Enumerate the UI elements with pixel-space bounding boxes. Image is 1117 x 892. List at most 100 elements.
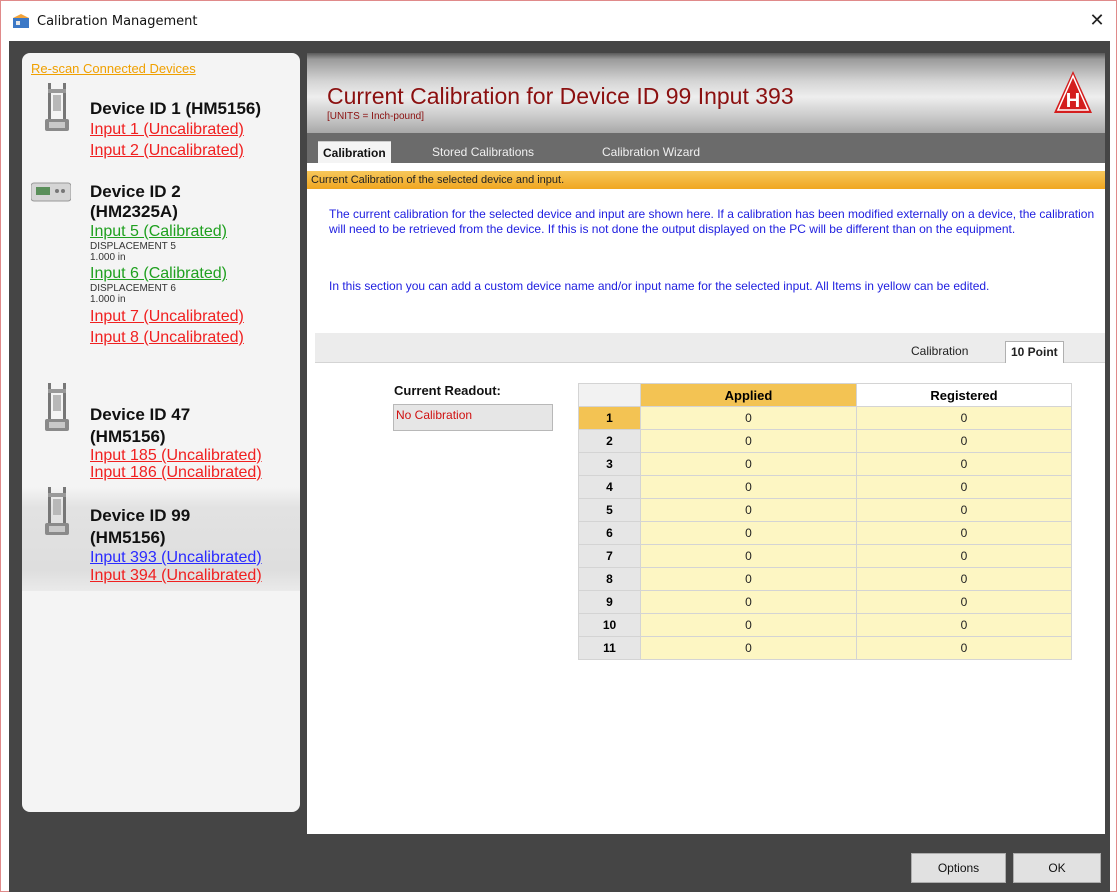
registered-cell[interactable]: 0 bbox=[856, 498, 1072, 522]
data-logger-icon bbox=[31, 182, 71, 202]
device-item-47[interactable]: Device ID 47 (HM5156) Input 185 (Uncalib… bbox=[22, 383, 300, 487]
table-row[interactable]: 800 bbox=[578, 567, 1072, 591]
table-row[interactable]: 500 bbox=[578, 498, 1072, 522]
readout-label: Current Readout: bbox=[394, 383, 501, 398]
table-row[interactable]: 900 bbox=[578, 590, 1072, 614]
table-row[interactable]: 11 0 0 bbox=[578, 636, 1072, 660]
main-panel: Current Calibration for Device ID 99 Inp… bbox=[307, 53, 1105, 834]
row-header[interactable]: 9 bbox=[578, 590, 641, 614]
row-header[interactable]: 7 bbox=[578, 544, 641, 568]
grid-body: 1 0 0 2 0 0 3 0 0 4 0 0 5 0 0 6 0 0 7 0 0 8 0 0 9 0 0 10 0 0 11 0 0 bbox=[578, 406, 1072, 660]
applied-cell[interactable]: 0 bbox=[640, 475, 857, 499]
input-link-186[interactable]: Input 186 (Uncalibrated) bbox=[90, 464, 262, 482]
device-title: Device ID 47 bbox=[90, 405, 191, 424]
row-header[interactable]: 4 bbox=[578, 475, 641, 499]
tab-calibration-wizard[interactable]: Calibration Wizard bbox=[597, 141, 705, 163]
input-link-393[interactable]: Input 393 (Uncalibrated) bbox=[90, 549, 262, 567]
row-header[interactable]: 2 bbox=[578, 429, 641, 453]
input-link-5[interactable]: Input 5 (Calibrated) bbox=[90, 223, 227, 241]
registered-cell[interactable]: 0 bbox=[856, 452, 1072, 476]
applied-cell[interactable]: 0 bbox=[640, 429, 857, 453]
input-range: 1.000 in bbox=[90, 294, 126, 305]
applied-cell[interactable]: 0 bbox=[640, 590, 857, 614]
table-row[interactable]: 700 bbox=[578, 544, 1072, 568]
company-logo-icon: H bbox=[1054, 71, 1092, 113]
registered-cell[interactable]: 0 bbox=[856, 590, 1072, 614]
row-header[interactable]: 6 bbox=[578, 521, 641, 545]
applied-cell[interactable]: 0 bbox=[640, 406, 857, 430]
registered-cell[interactable]: 0 bbox=[856, 544, 1072, 568]
applied-cell[interactable]: 0 bbox=[640, 613, 857, 637]
column-header-registered[interactable]: Registered bbox=[856, 383, 1072, 407]
table-row[interactable]: 300 bbox=[578, 452, 1072, 476]
registered-cell[interactable]: 0 bbox=[856, 406, 1072, 430]
row-header[interactable]: 5 bbox=[578, 498, 641, 522]
table-row[interactable]: 10 0 0 bbox=[578, 613, 1072, 637]
registered-cell[interactable]: 0 bbox=[856, 613, 1072, 637]
table-row[interactable]: 100 bbox=[578, 406, 1072, 430]
applied-cell[interactable]: 0 bbox=[640, 544, 857, 568]
section-banner: Current Calibration of the selected devi… bbox=[307, 171, 1105, 189]
input-link-394[interactable]: Input 394 (Uncalibrated) bbox=[90, 567, 262, 585]
registered-cell[interactable]: 0 bbox=[856, 429, 1072, 453]
registered-cell[interactable]: 0 bbox=[856, 475, 1072, 499]
registered-cell[interactable]: 0 bbox=[856, 567, 1072, 591]
applied-cell[interactable]: 0 bbox=[640, 498, 857, 522]
input-link-8[interactable]: Input 8 (Uncalibrated) bbox=[90, 329, 244, 347]
header-banner: Current Calibration for Device ID 99 Inp… bbox=[307, 53, 1105, 133]
device-item-2[interactable]: Device ID 2 (HM2325A) Input 5 (Calibrate… bbox=[22, 181, 300, 391]
tab-stored-calibrations[interactable]: Stored Calibrations bbox=[427, 141, 539, 163]
options-button[interactable]: Options bbox=[911, 853, 1006, 883]
input-link-7[interactable]: Input 7 (Uncalibrated) bbox=[90, 308, 244, 326]
rescan-devices-link[interactable]: Re-scan Connected Devices bbox=[31, 61, 196, 76]
tab-bar: Calibration Stored Calibrations Calibrat… bbox=[307, 133, 1105, 163]
window-title: Calibration Management bbox=[37, 14, 198, 29]
input-link-2[interactable]: Input 2 (Uncalibrated) bbox=[90, 142, 244, 160]
calibration-window: Calibration Management ✕ Re-scan Connect… bbox=[0, 0, 1117, 892]
table-row[interactable]: 600 bbox=[578, 521, 1072, 545]
input-custom-name: DISPLACEMENT 6 bbox=[90, 283, 176, 294]
ok-button[interactable]: OK bbox=[1013, 853, 1101, 883]
subtab-10-point[interactable]: 10 Point bbox=[1005, 341, 1064, 363]
input-range: 1.000 in bbox=[90, 252, 126, 263]
input-link-1[interactable]: Input 1 (Uncalibrated) bbox=[90, 121, 244, 139]
input-custom-name: DISPLACEMENT 5 bbox=[90, 241, 176, 252]
logo-letter: H bbox=[1066, 90, 1080, 112]
table-row[interactable]: 400 bbox=[578, 475, 1072, 499]
subtab-calibration[interactable]: Calibration bbox=[906, 341, 973, 363]
device-title: Device ID 2 bbox=[90, 182, 181, 201]
app-icon bbox=[13, 14, 29, 28]
row-header[interactable]: 11 bbox=[578, 636, 641, 660]
device-sidebar: Re-scan Connected Devices Device ID 1 (H… bbox=[22, 53, 300, 812]
applied-cell[interactable]: 0 bbox=[640, 636, 857, 660]
device-model: (HM5156) bbox=[90, 427, 166, 446]
input-link-185[interactable]: Input 185 (Uncalibrated) bbox=[90, 447, 262, 465]
column-header-applied[interactable]: Applied bbox=[640, 383, 857, 407]
description-paragraph-1: The current calibration for the selected… bbox=[329, 207, 1095, 236]
row-header[interactable]: 3 bbox=[578, 452, 641, 476]
applied-cell[interactable]: 0 bbox=[640, 567, 857, 591]
applied-cell[interactable]: 0 bbox=[640, 521, 857, 545]
registered-cell[interactable]: 0 bbox=[856, 636, 1072, 660]
subtab-bar: Calibration 10 Point bbox=[315, 333, 1105, 363]
calibration-content: Current Readout: No Calibration Applied … bbox=[315, 363, 1105, 834]
row-header[interactable]: 1 bbox=[578, 406, 641, 430]
table-row[interactable]: 200 bbox=[578, 429, 1072, 453]
readout-value: No Calibration bbox=[393, 404, 553, 431]
registered-cell[interactable]: 0 bbox=[856, 521, 1072, 545]
device-item-99[interactable]: Device ID 99 (HM5156) Input 393 (Uncalib… bbox=[22, 487, 300, 591]
row-header[interactable]: 8 bbox=[578, 567, 641, 591]
device-title: Device ID 99 bbox=[90, 506, 191, 525]
input-link-6[interactable]: Input 6 (Calibrated) bbox=[90, 265, 227, 283]
close-icon[interactable]: ✕ bbox=[1086, 9, 1108, 31]
tab-calibration[interactable]: Calibration bbox=[318, 141, 391, 163]
row-header[interactable]: 10 bbox=[578, 613, 641, 637]
applied-cell[interactable]: 0 bbox=[640, 452, 857, 476]
device-item-1[interactable]: Device ID 1 (HM5156) Input 1 (Uncalibrat… bbox=[22, 81, 300, 183]
calibration-grid: Applied Registered 100200300400500600700… bbox=[578, 383, 1072, 660]
description-paragraph-2: In this section you can add a custom dev… bbox=[329, 279, 990, 293]
load-frame-icon bbox=[45, 487, 69, 535]
load-frame-icon bbox=[45, 83, 69, 131]
load-frame-icon bbox=[45, 383, 69, 431]
grid-corner-cell[interactable] bbox=[578, 383, 641, 407]
